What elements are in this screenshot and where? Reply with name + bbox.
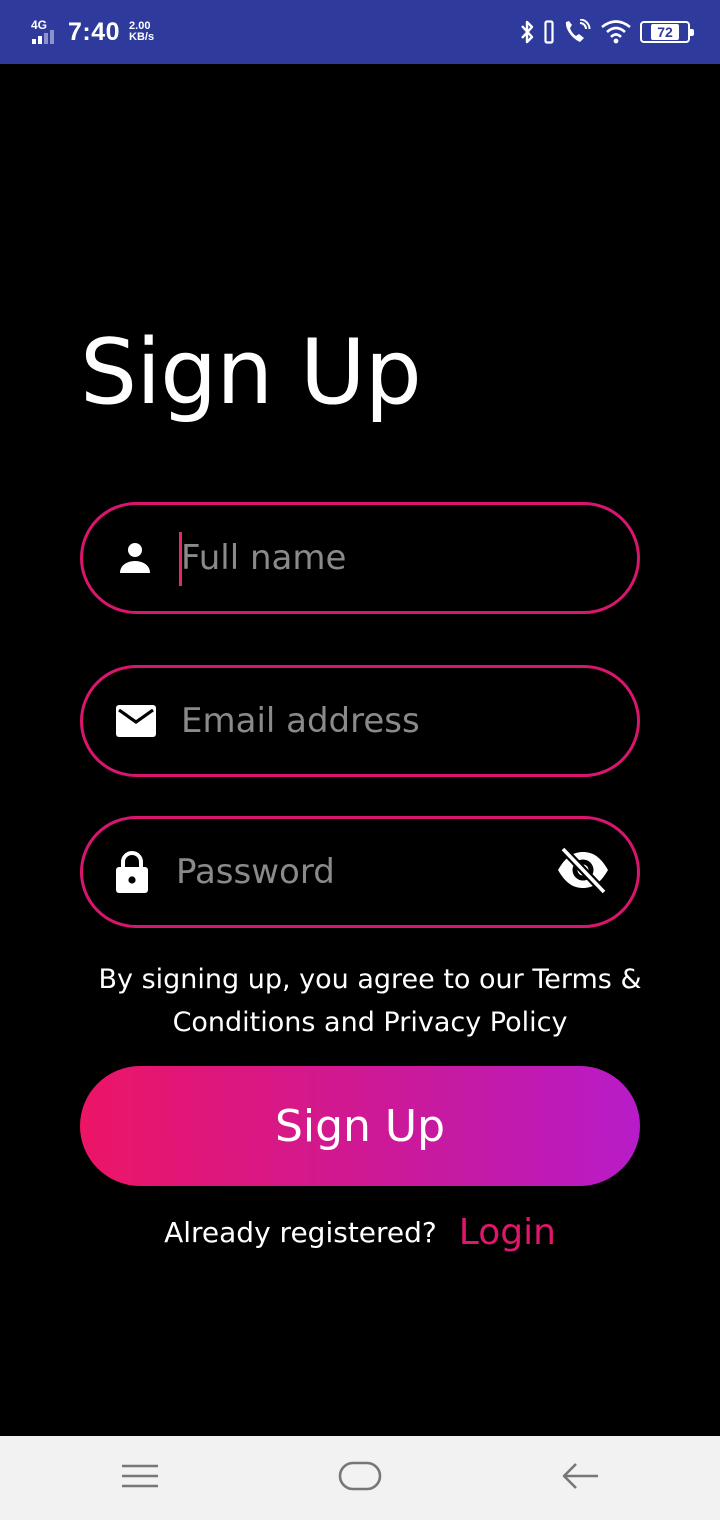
wifi-calling-icon <box>562 19 592 45</box>
menu-button[interactable] <box>80 1436 200 1520</box>
signup-button[interactable]: Sign Up <box>80 1066 640 1186</box>
page-title: Sign Up <box>80 320 422 425</box>
eye-off-icon[interactable] <box>555 845 611 899</box>
navigation-bar <box>0 1436 720 1520</box>
status-left: 4G 7:40 2.00 KB/s <box>28 14 154 50</box>
login-prompt: Already registered? <box>164 1216 437 1249</box>
network-speed: 2.00 KB/s <box>129 21 154 43</box>
lock-icon <box>115 850 149 894</box>
email-field[interactable]: Email address <box>80 665 640 777</box>
password-placeholder: Password <box>176 852 335 892</box>
battery-icon: 72 <box>640 21 694 43</box>
status-time: 7:40 <box>68 17 121 46</box>
full-name-field[interactable]: Full name <box>80 502 640 614</box>
vibrate-icon <box>544 20 554 44</box>
home-button[interactable] <box>300 1436 420 1520</box>
email-placeholder: Email address <box>181 701 420 741</box>
password-field[interactable]: Password <box>80 816 640 928</box>
battery-level: 72 <box>651 24 679 40</box>
menu-icon <box>121 1463 159 1493</box>
wifi-icon <box>600 19 632 45</box>
network-speed-unit: KB/s <box>129 31 155 43</box>
back-button[interactable] <box>520 1436 640 1520</box>
back-icon <box>560 1461 600 1495</box>
login-link[interactable]: Login <box>459 1212 556 1253</box>
terms-text: By signing up, you agree to our Terms & … <box>98 964 642 1038</box>
mail-icon <box>115 704 157 738</box>
full-name-placeholder: Full name <box>181 538 347 578</box>
person-icon <box>117 540 153 576</box>
bluetooth-icon <box>518 19 536 45</box>
signal-icon: 4G <box>28 16 62 48</box>
login-row: Already registered? Login <box>0 1212 720 1253</box>
home-icon <box>338 1461 382 1495</box>
status-right: 72 <box>518 16 694 48</box>
status-bar: 4G 7:40 2.00 KB/s 72 <box>0 0 720 64</box>
